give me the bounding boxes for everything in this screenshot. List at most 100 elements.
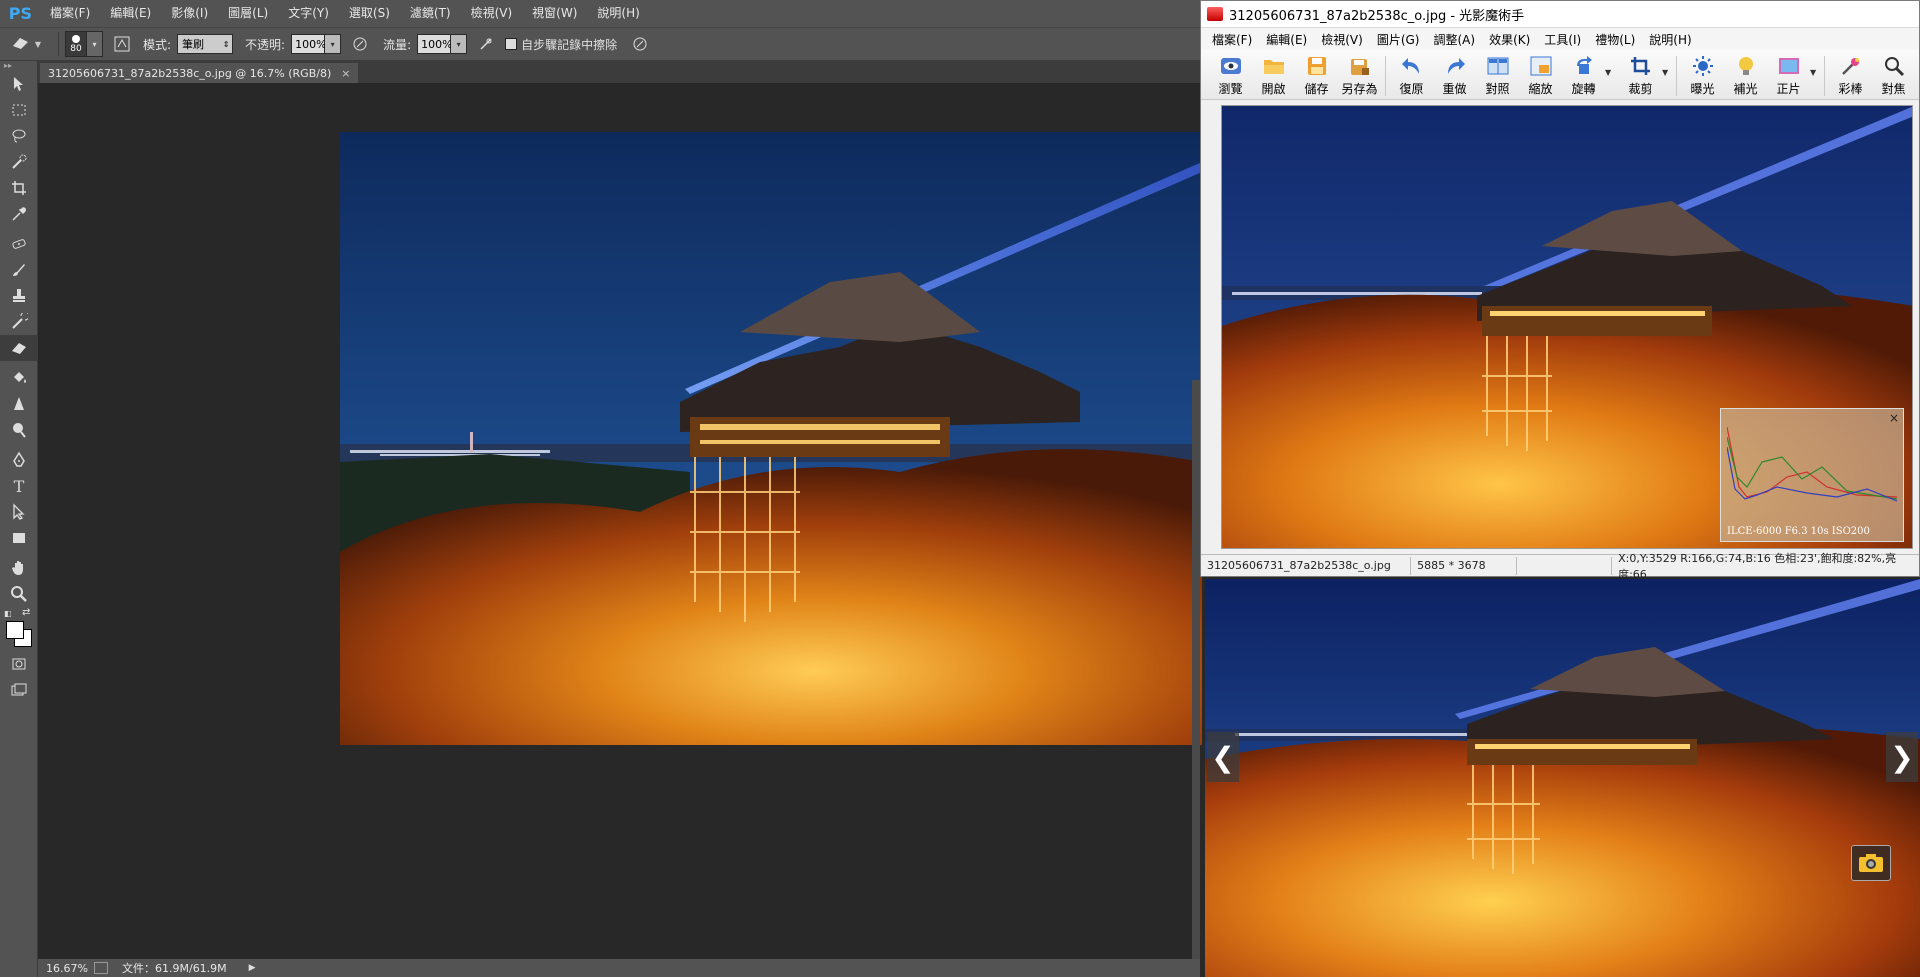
crop-label: 裁剪 xyxy=(1628,82,1653,96)
camera-button[interactable] xyxy=(1851,845,1891,881)
brush-tool-icon[interactable] xyxy=(0,257,38,283)
rotate-dropdown-icon[interactable]: ▼ xyxy=(1605,68,1615,77)
compare-button[interactable]: 對照 xyxy=(1476,54,1519,100)
erase-history-label: 自步驟記錄中擦除 xyxy=(521,37,618,52)
eyedropper-tool-icon[interactable] xyxy=(0,201,38,227)
rectangle-tool-icon[interactable] xyxy=(0,525,38,551)
eraser-tool-icon[interactable] xyxy=(0,335,38,361)
document-info-icon[interactable] xyxy=(94,962,108,974)
pv-menu-edit[interactable]: 編輯(E) xyxy=(1259,31,1314,48)
resize-button[interactable]: 縮放 xyxy=(1519,54,1562,100)
toolbar-divider xyxy=(1824,56,1825,96)
ps-menu-layer[interactable]: 圖層(L) xyxy=(218,0,278,27)
ps-menu-window[interactable]: 視窗(W) xyxy=(522,0,587,27)
paint-bucket-tool-icon[interactable] xyxy=(0,365,38,391)
ps-menu-edit[interactable]: 編輯(E) xyxy=(100,0,161,27)
pressure-opacity-icon[interactable] xyxy=(349,33,371,55)
pv-menu-file[interactable]: 檔案(F) xyxy=(1205,31,1259,48)
swap-colors-icon[interactable]: ⇄ xyxy=(22,607,30,618)
photo-editor-titlebar[interactable]: 31205606731_87a2b2538c_o.jpg - 光影魔術手 xyxy=(1201,1,1919,28)
ps-menu-select[interactable]: 選取(S) xyxy=(339,0,400,27)
pv-menu-tools[interactable]: 工具(I) xyxy=(1537,31,1588,48)
pv-menu-image[interactable]: 圖片(G) xyxy=(1370,31,1427,48)
canvas-scrollbar[interactable] xyxy=(1192,380,1200,977)
undo-button[interactable]: 復原 xyxy=(1390,54,1433,100)
pv-menu-effects[interactable]: 效果(K) xyxy=(1482,31,1537,48)
temple-night-viewer-photo xyxy=(1205,579,1920,977)
zoom-tool-icon[interactable] xyxy=(0,581,38,607)
photo-editor-menubar: 檔案(F) 編輯(E) 檢視(V) 圖片(G) 調整(A) 效果(K) 工具(I… xyxy=(1201,28,1919,50)
default-colors-icon[interactable]: ◧ xyxy=(4,609,12,618)
color-button[interactable]: 彩棒 xyxy=(1829,54,1872,100)
move-tool-icon[interactable] xyxy=(0,71,38,97)
folder-icon xyxy=(1262,54,1286,78)
crop-tool-icon[interactable] xyxy=(0,175,38,201)
ps-menu-filter[interactable]: 濾鏡(T) xyxy=(400,0,461,27)
airbrush-icon[interactable] xyxy=(475,33,497,55)
pv-menu-help[interactable]: 說明(H) xyxy=(1642,31,1698,48)
pv-menu-view[interactable]: 檢視(V) xyxy=(1314,31,1370,48)
type-tool-icon[interactable]: T xyxy=(0,473,38,499)
prev-image-button[interactable]: ❮ xyxy=(1207,732,1239,782)
positive-film-button[interactable]: 正片 xyxy=(1767,54,1810,100)
opacity-slider-toggle[interactable]: ▾ xyxy=(325,34,342,54)
foreground-color-swatch[interactable] xyxy=(6,621,24,639)
history-brush-tool-icon[interactable] xyxy=(0,309,38,335)
hand-tool-icon[interactable] xyxy=(0,555,38,581)
quick-selection-tool-icon[interactable] xyxy=(0,149,38,175)
ps-menu-help[interactable]: 說明(H) xyxy=(587,0,649,27)
pv-menu-gifts[interactable]: 禮物(L) xyxy=(1588,31,1642,48)
opacity-input[interactable]: 100% xyxy=(291,34,327,54)
crop-button[interactable]: 裁剪 xyxy=(1619,54,1662,100)
brush-picker-arrow[interactable]: ▾ xyxy=(87,31,103,57)
positive-dropdown-icon[interactable]: ▼ xyxy=(1810,68,1820,77)
healing-brush-tool-icon[interactable] xyxy=(0,231,38,257)
image-viewer[interactable]: ❮ ❯ xyxy=(1205,579,1920,977)
brush-panel-toggle-icon[interactable] xyxy=(111,33,133,55)
zoom-level[interactable]: 16.67% xyxy=(38,962,92,975)
ps-menu-image[interactable]: 影像(I) xyxy=(161,0,218,27)
lasso-tool-icon[interactable] xyxy=(0,123,38,149)
document-image[interactable] xyxy=(340,132,1202,745)
sharpen-tool-icon[interactable] xyxy=(0,391,38,417)
histogram-panel[interactable]: × ILCE-6000 F6.3 10s ISO200 xyxy=(1720,408,1904,542)
rotate-button[interactable]: 旋轉 xyxy=(1562,54,1605,100)
pen-tool-icon[interactable] xyxy=(0,447,38,473)
rotate-icon xyxy=(1572,54,1596,78)
play-icon[interactable]: ▶ xyxy=(249,963,256,973)
pressure-size-icon[interactable] xyxy=(629,33,651,55)
clone-stamp-tool-icon[interactable] xyxy=(0,283,38,309)
pv-menu-adjust[interactable]: 調整(A) xyxy=(1426,31,1482,48)
dodge-tool-icon[interactable] xyxy=(0,417,38,443)
path-selection-tool-icon[interactable] xyxy=(0,499,38,525)
save-as-button[interactable]: 另存為 xyxy=(1338,54,1381,100)
ps-menu-type[interactable]: 文字(Y) xyxy=(278,0,339,27)
next-image-button[interactable]: ❯ xyxy=(1886,732,1918,782)
status-pixel-info: X:0,Y:3529 R:166,G:74,B:16 色相:23',飽和度:82… xyxy=(1618,551,1897,581)
document-tab[interactable]: 31205606731_87a2b2538c_o.jpg @ 16.7% (RG… xyxy=(40,63,359,83)
brush-size-picker[interactable]: 80 xyxy=(65,31,87,57)
panel-collapse-icon[interactable]: ▸▸ xyxy=(0,61,37,71)
redo-button[interactable]: 重做 xyxy=(1433,54,1476,100)
erase-history-checkbox[interactable] xyxy=(505,38,518,50)
browse-button[interactable]: 瀏覽 xyxy=(1209,54,1252,100)
quick-mask-icon[interactable] xyxy=(0,651,38,677)
exposure-button[interactable]: 曝光 xyxy=(1681,54,1724,100)
photo-editor-toolbar: 瀏覽 開啟 儲存 另存為 復原 重做 對照 縮放 旋轉 ▼ 裁剪 ▼ 曝光 補光… xyxy=(1201,50,1919,100)
focus-button[interactable]: 對焦 xyxy=(1872,54,1915,100)
flow-input[interactable]: 100% xyxy=(417,34,453,54)
screen-mode-icon[interactable] xyxy=(0,677,38,703)
mode-select[interactable]: 筆刷 ⇕ xyxy=(177,34,234,54)
close-icon[interactable]: × xyxy=(341,67,350,80)
tool-preset-picker[interactable]: ▼ xyxy=(0,31,52,57)
marquee-tool-icon[interactable] xyxy=(0,97,38,123)
ps-menu-view[interactable]: 檢視(V) xyxy=(461,0,523,27)
open-button[interactable]: 開啟 xyxy=(1252,54,1295,100)
save-button[interactable]: 儲存 xyxy=(1295,54,1338,100)
camera-icon xyxy=(1859,854,1883,872)
crop-dropdown-icon[interactable]: ▼ xyxy=(1662,68,1672,77)
fill-light-button[interactable]: 補光 xyxy=(1724,54,1767,100)
flow-slider-toggle[interactable]: ▾ xyxy=(451,34,468,54)
ps-menu-file[interactable]: 檔案(F) xyxy=(40,0,100,27)
mode-label: 模式: xyxy=(143,37,172,52)
